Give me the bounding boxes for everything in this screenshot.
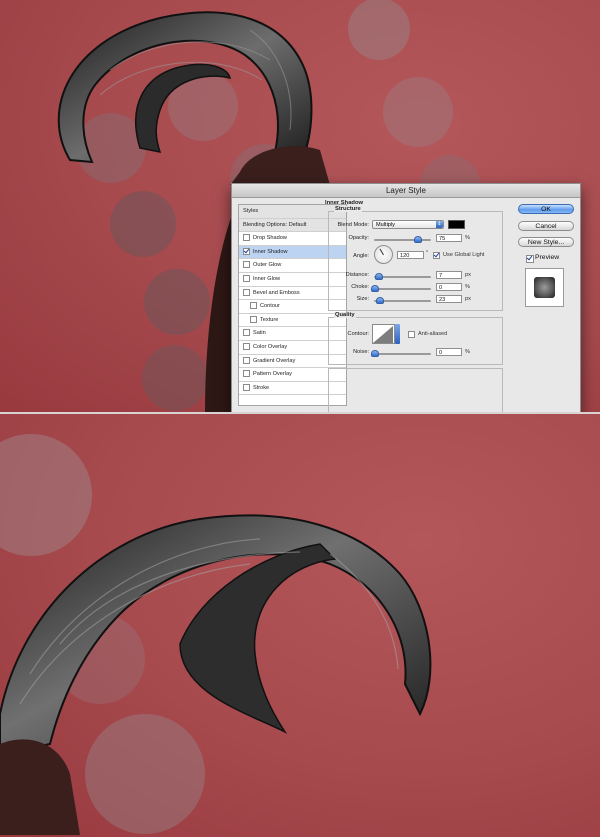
cancel-button[interactable]: Cancel	[518, 221, 574, 231]
style-preview-thumbnail	[525, 268, 564, 307]
style-checkbox[interactable]	[243, 288, 250, 296]
styles-list-item-label: Texture	[260, 316, 279, 323]
distance-label: Distance:	[345, 272, 369, 278]
style-checkbox[interactable]	[243, 356, 250, 364]
inner-shadow-section: Inner Shadow Structure Blend Mode: Multi…	[324, 200, 514, 412]
style-checkbox[interactable]	[243, 274, 250, 282]
dialog-title: Layer Style	[232, 184, 580, 198]
angle-input[interactable]: 120	[397, 251, 424, 259]
canvas-bottom-image	[0, 412, 600, 837]
anti-aliased-checkbox[interactable]	[408, 331, 415, 338]
distance-unit: px	[465, 272, 471, 278]
distance-input[interactable]: 7	[436, 271, 462, 279]
quality-title: Quality	[334, 312, 356, 318]
size-unit: px	[465, 296, 471, 302]
opacity-slider-handle[interactable]	[413, 236, 422, 243]
styles-list-item-label: Inner Glow	[253, 275, 281, 282]
structure-title: Structure	[334, 206, 362, 212]
chevron-updown-icon: ⇕	[436, 221, 443, 228]
canvas-top-image: Layer Style Styles Blending Options: Defa…	[0, 0, 600, 412]
contour-label: Contour:	[347, 331, 369, 337]
contour-picker[interactable]	[372, 324, 395, 344]
use-global-light-label: Use Global Light	[443, 252, 485, 258]
styles-list-item-label: Color Overlay	[253, 343, 288, 350]
noise-unit: %	[465, 349, 470, 355]
noise-input[interactable]: 0	[436, 348, 462, 356]
styles-list-item-label: Styles	[243, 208, 259, 214]
style-checkbox[interactable]	[243, 370, 250, 378]
shadow-color-swatch[interactable]	[448, 220, 465, 229]
blend-mode-value: Multiply	[376, 222, 395, 228]
style-checkbox[interactable]	[243, 261, 250, 269]
layer-style-dialog: Layer Style Styles Blending Options: Defa…	[231, 183, 581, 412]
angle-dial[interactable]	[374, 245, 393, 264]
style-checkbox[interactable]	[243, 342, 250, 350]
new-style-button[interactable]: New Style...	[518, 237, 574, 247]
choke-slider-handle[interactable]	[371, 285, 379, 292]
preview-checkbox[interactable]	[526, 255, 534, 263]
style-checkbox[interactable]	[243, 234, 250, 242]
angle-label: Angle:	[353, 253, 369, 259]
styles-list-item-label: Gradient Overlay	[253, 357, 296, 364]
choke-input[interactable]: 0	[436, 283, 462, 291]
styles-list-item-label: Satin	[253, 330, 266, 337]
ok-button[interactable]: OK	[518, 204, 574, 214]
styles-list-item-label: Stroke	[253, 384, 270, 391]
anti-aliased-label: Anti-aliased	[418, 331, 448, 337]
use-global-light-checkbox[interactable]	[433, 252, 440, 259]
styles-list-item-label: Bevel and Emboss	[253, 289, 300, 296]
blend-mode-select[interactable]: Multiply ⇕	[372, 220, 444, 229]
noise-slider[interactable]	[374, 353, 431, 355]
opacity-unit: %	[465, 235, 470, 241]
styles-list-item-label: Drop Shadow	[253, 235, 287, 242]
size-input[interactable]: 23	[436, 295, 462, 303]
choke-label: Choke:	[351, 284, 369, 290]
size-label: Size:	[356, 296, 369, 302]
styles-list-item-label: Outer Glow	[253, 262, 282, 269]
styles-list-item-label: Pattern Overlay	[253, 371, 292, 378]
distance-slider-handle[interactable]	[374, 273, 383, 280]
style-checkbox[interactable]	[250, 315, 257, 323]
size-slider-handle[interactable]	[375, 297, 384, 304]
style-checkbox[interactable]	[243, 329, 250, 337]
choke-slider[interactable]	[374, 288, 431, 290]
opacity-label: Opacity:	[348, 235, 369, 241]
hair-closeup-artwork	[0, 739, 80, 835]
quality-group: Quality Contour: Anti-aliased Noise: 0 %	[328, 312, 503, 365]
style-checkbox[interactable]	[243, 247, 250, 255]
blend-mode-label: Blend Mode:	[337, 222, 369, 228]
opacity-input[interactable]: 75	[436, 234, 462, 242]
noise-label: Noise:	[353, 349, 369, 355]
styles-list-item-label: Blending Options: Default	[243, 221, 307, 228]
choke-unit: %	[465, 284, 470, 290]
opacity-slider[interactable]	[374, 239, 431, 241]
section-divider	[328, 368, 503, 412]
style-checkbox[interactable]	[243, 383, 250, 391]
styles-list-item-label: Contour	[260, 303, 280, 310]
contour-dropdown-arrow[interactable]	[395, 324, 400, 344]
styles-list-item-label: Inner Shadow	[253, 248, 288, 255]
noise-slider-handle[interactable]	[371, 350, 379, 357]
angle-unit: °	[426, 250, 429, 256]
preview-label: Preview	[535, 254, 560, 261]
style-checkbox[interactable]	[250, 302, 257, 310]
structure-group: Structure Blend Mode: Multiply ⇕ Opacity…	[328, 206, 503, 311]
